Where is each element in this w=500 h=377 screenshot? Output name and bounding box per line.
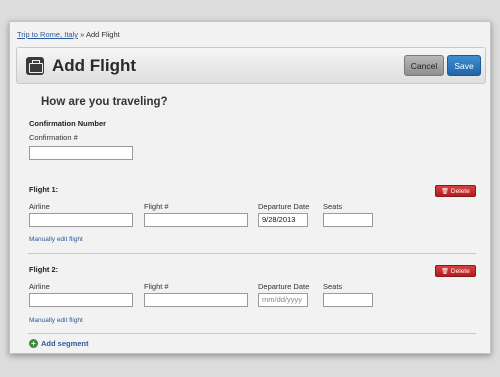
flight-2-manual-edit-link[interactable]: Manually edit flight xyxy=(29,317,83,324)
confirmation-field-label: Confirmation # xyxy=(29,133,78,142)
add-segment-label: Add segment xyxy=(41,339,89,348)
flight-2-delete-button[interactable]: 🗑 Delete xyxy=(435,265,476,277)
flight-1-delete-label: Delete xyxy=(450,187,470,195)
flight-1-date-label: Departure Date xyxy=(258,202,310,211)
breadcrumb-trip-link[interactable]: Trip to Rome, Italy xyxy=(17,30,78,39)
flight-1-seats-input[interactable] xyxy=(323,213,373,227)
flight-1-airline-input[interactable] xyxy=(29,213,133,227)
breadcrumb-separator: » xyxy=(78,30,86,39)
flight-2-title: Flight 2: xyxy=(29,265,59,274)
app-window: Trip to Rome, Italy » Add Flight Add Fli… xyxy=(9,21,491,354)
flight-2-seats-label: Seats xyxy=(323,282,343,291)
flight-1-title: Flight 1: xyxy=(29,185,59,194)
flight-1-airline-label: Airline xyxy=(29,202,50,211)
divider xyxy=(28,253,476,254)
divider xyxy=(28,333,476,334)
confirmation-section-label: Confirmation Number xyxy=(29,119,107,128)
add-segment-button[interactable]: + Add segment xyxy=(29,339,89,348)
suitcase-icon xyxy=(26,57,44,75)
plus-icon: + xyxy=(29,339,38,348)
flight-2-airline-input[interactable] xyxy=(29,293,133,307)
flight-2-delete-label: Delete xyxy=(450,267,470,275)
flight-1-manual-edit-link[interactable]: Manually edit flight xyxy=(29,236,83,243)
flight-2-date-label: Departure Date xyxy=(258,282,310,291)
breadcrumb-current: Add Flight xyxy=(85,30,120,39)
flight-2-flightnum-input[interactable] xyxy=(144,293,248,307)
flight-1-date-input[interactable]: 9/28/2013 xyxy=(258,213,308,227)
page-header: Add Flight Cancel Save xyxy=(16,47,486,84)
cancel-button[interactable]: Cancel xyxy=(404,55,444,76)
page-title: Add Flight xyxy=(52,56,137,75)
section-question: How are you traveling? xyxy=(41,96,168,108)
flight-1-flightnum-input[interactable] xyxy=(144,213,248,227)
save-button[interactable]: Save xyxy=(447,55,481,76)
trash-icon: 🗑 xyxy=(441,268,449,275)
flight-2-airline-label: Airline xyxy=(29,282,50,291)
flight-1-flightnum-label: Flight # xyxy=(144,202,169,211)
confirmation-input[interactable] xyxy=(29,146,133,160)
flight-2-seats-input[interactable] xyxy=(323,293,373,307)
flight-2-flightnum-label: Flight # xyxy=(144,282,169,291)
breadcrumb: Trip to Rome, Italy » Add Flight xyxy=(17,30,120,39)
flight-1-seats-label: Seats xyxy=(323,202,343,211)
flight-1-delete-button[interactable]: 🗑 Delete xyxy=(435,185,476,197)
trash-icon: 🗑 xyxy=(441,188,449,195)
flight-2-date-input[interactable]: mm/dd/yyyy xyxy=(258,293,308,307)
